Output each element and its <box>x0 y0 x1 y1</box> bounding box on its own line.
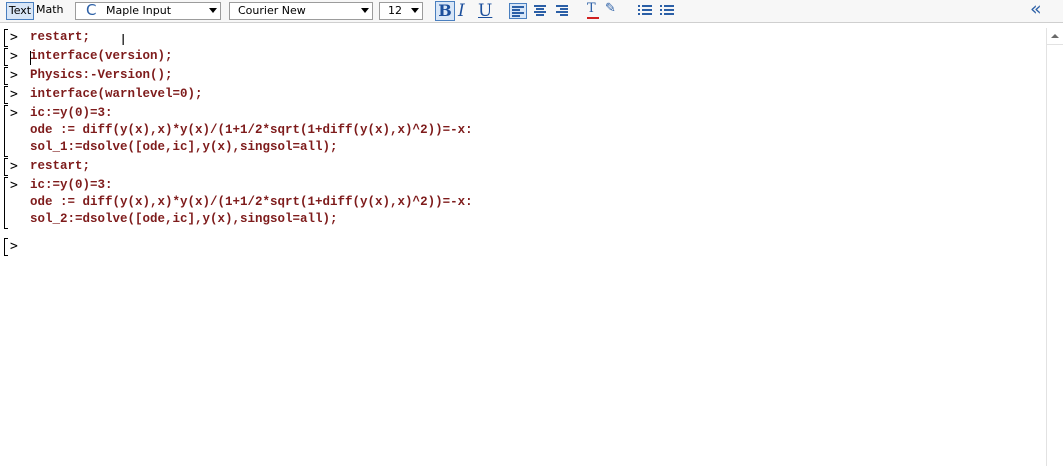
execution-group-bracket[interactable] <box>4 29 8 47</box>
execution-group-bracket[interactable] <box>4 48 8 66</box>
execution-group-bracket[interactable] <box>4 86 8 104</box>
highlight-icon[interactable]: ✎ <box>605 1 616 16</box>
text-caret <box>30 51 31 65</box>
maple-input-line[interactable]: interface(version); <box>30 48 173 65</box>
input-mode-value: Maple Input <box>106 4 172 17</box>
maple-input-line[interactable]: ode := diff(y(x),x)*y(x)/(1+1/2*sqrt(1+d… <box>30 194 473 211</box>
input-prompt: > <box>10 239 18 254</box>
math-mode-button[interactable]: Math <box>36 2 64 18</box>
font-size-dropdown[interactable]: 12 <box>379 2 423 20</box>
formatting-toolbar: Text Math C Maple Input Courier New 12 B… <box>0 0 1063 23</box>
align-left-icon[interactable] <box>509 3 527 19</box>
align-center-icon[interactable] <box>532 3 548 17</box>
execution-group-bracket[interactable] <box>4 67 8 85</box>
maple-input-icon: C <box>86 1 97 19</box>
maple-input-line[interactable]: interface(warnlevel=0); <box>30 86 203 103</box>
maple-input-line[interactable]: sol_2:=dsolve([ode,ic],y(x),singsol=all)… <box>30 211 338 228</box>
input-prompt: > <box>10 106 18 121</box>
input-mode-dropdown[interactable]: C Maple Input <box>75 2 221 20</box>
text-color-icon[interactable]: T <box>587 1 599 19</box>
font-family-dropdown[interactable]: Courier New <box>229 2 373 20</box>
text-mode-button[interactable]: Text <box>6 2 34 20</box>
execution-group-bracket[interactable] <box>4 158 8 176</box>
input-prompt: > <box>10 178 18 193</box>
chevron-down-icon <box>411 8 419 13</box>
maple-input-line[interactable]: ic:=y(0)=3: <box>30 177 113 194</box>
maple-input-line[interactable]: Physics:-Version(); <box>30 67 173 84</box>
maple-input-line[interactable]: restart; <box>30 158 90 175</box>
scroll-up-arrow-icon[interactable] <box>1047 28 1063 45</box>
execution-group-bracket[interactable] <box>4 177 8 229</box>
maple-input-line[interactable]: ode := diff(y(x),x)*y(x)/(1+1/2*sqrt(1+d… <box>30 122 473 139</box>
vertical-scrollbar[interactable] <box>1046 28 1063 466</box>
mouse-ibeam-cursor-icon: I <box>121 31 126 49</box>
text-color-swatch <box>587 17 599 19</box>
input-prompt: > <box>10 87 18 102</box>
execution-group-bracket[interactable] <box>4 105 8 157</box>
chevron-down-icon <box>361 8 369 13</box>
numbered-list-icon[interactable] <box>659 3 675 17</box>
execution-group-bracket[interactable] <box>4 238 8 256</box>
maple-input-line[interactable]: ic:=y(0)=3: <box>30 105 113 122</box>
maple-input-line[interactable]: restart; <box>30 29 90 46</box>
collapse-panel-icon[interactable]: « <box>1030 0 1042 20</box>
input-prompt: > <box>10 159 18 174</box>
underline-button[interactable]: U <box>478 1 492 21</box>
chevron-down-icon <box>209 8 217 13</box>
font-size-value: 12 <box>388 4 402 17</box>
input-prompt: > <box>10 68 18 83</box>
input-prompt: > <box>10 49 18 64</box>
bullet-list-icon[interactable] <box>637 3 653 17</box>
bold-button[interactable]: B <box>435 1 455 21</box>
maple-input-line[interactable]: sol_1:=dsolve([ode,ic],y(x),singsol=all)… <box>30 139 338 156</box>
worksheet-area[interactable]: > restart; > interface(version); > Physics:-V… <box>0 23 1046 466</box>
align-right-icon[interactable] <box>554 3 570 17</box>
input-prompt: > <box>10 30 18 45</box>
text-color-glyph: T <box>587 1 596 16</box>
font-family-value: Courier New <box>238 4 306 17</box>
italic-button[interactable]: I <box>458 1 465 21</box>
